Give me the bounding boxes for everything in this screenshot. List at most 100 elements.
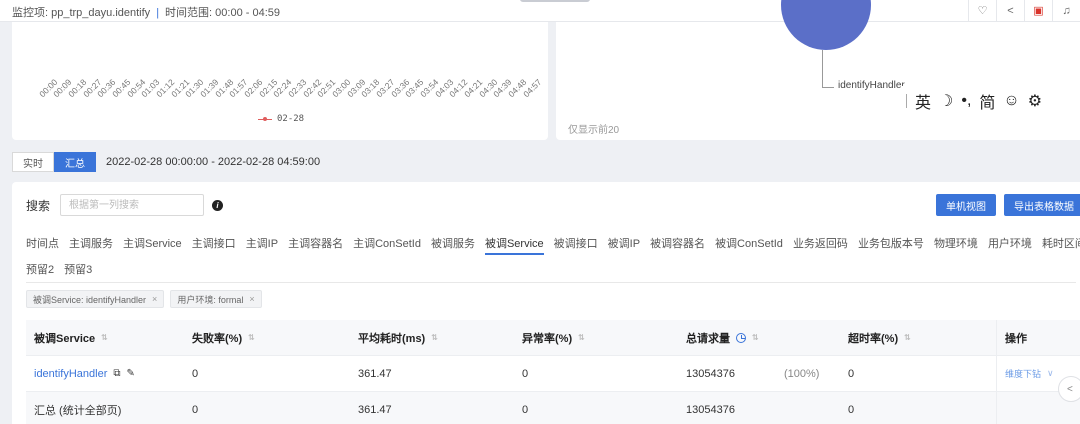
tab-dimension[interactable]: 用户环境	[988, 230, 1032, 256]
tab-dimension[interactable]: 被调服务	[431, 230, 475, 256]
tab-dimension[interactable]: 主调IP	[246, 230, 278, 256]
table-row: identifyHandler ⧉ ✎ 0 361.47 0 13054376 …	[26, 356, 1080, 392]
filter-chip-service[interactable]: 被调Service: identifyHandler ×	[26, 290, 165, 308]
pie-slice-label: identifyHandler	[838, 80, 905, 91]
dimension-tabs-row-1: 时间点 主调服务 主调Service 主调接口 主调IP 主调容器名 主调ConSetId 被…	[26, 230, 1080, 256]
tab-dimension[interactable]: 主调容器名	[288, 230, 343, 256]
tab-dimension[interactable]: 预留3	[64, 256, 92, 282]
legend-label: 02-28	[277, 114, 305, 124]
search-input[interactable]	[60, 194, 205, 216]
x-axis-ticks: 00:00 00:09 00:18 00:27 00:36 00:45 00:54 01:03…	[12, 77, 548, 117]
stats-table: 被调Service ⇅ 失败率(%) ⇅ 平均耗时(ms) ⇅ 异常率(%) ⇅ 总请求…	[26, 320, 1080, 424]
mode-bar: 实时 汇总 2022-02-28 00:00:00 - 2022-02-28 0…	[12, 152, 320, 172]
export-table-button[interactable]: 导出表格数据	[1004, 194, 1080, 216]
pie-chart-card: identifyHandler 仅显示前20	[556, 0, 1080, 140]
close-icon[interactable]: ×	[249, 294, 254, 304]
chart-legend[interactable]: 02-28	[258, 114, 304, 124]
pie-leader-line	[822, 50, 823, 88]
copy-icon[interactable]: ⧉	[113, 368, 120, 379]
tab-dimension[interactable]: 主调服务	[69, 230, 113, 256]
single-view-button[interactable]: 单机视图	[936, 194, 996, 216]
ime-script-toggle[interactable]: 简	[979, 89, 995, 113]
close-icon[interactable]: ×	[152, 294, 157, 304]
pie-slice-identifyhandler[interactable]	[781, 0, 871, 50]
col-header-label: 被调Service	[34, 332, 96, 345]
bookmark-icon[interactable]: ▣	[1024, 0, 1052, 21]
cell-abnormal-rate: 0	[522, 403, 529, 416]
sort-icon[interactable]: ⇅	[904, 333, 911, 342]
total-percent: (100%)	[784, 367, 820, 380]
col-header-service[interactable]: 被调Service ⇅	[26, 320, 184, 355]
cell-service: identifyHandler ⧉ ✎	[26, 356, 184, 391]
tab-dimension[interactable]: 被调容器名	[650, 230, 705, 256]
pie-leader-line-h	[822, 87, 834, 88]
summary-button[interactable]: 汇总	[54, 152, 96, 172]
bell-icon[interactable]: ♫	[1052, 0, 1080, 21]
filter-chip-env[interactable]: 用户环境: formal ×	[170, 290, 262, 308]
tab-handle[interactable]	[520, 0, 590, 2]
time-range-label: 时间范围: 00:00 - 04:59	[165, 7, 280, 19]
info-icon[interactable]: i	[212, 199, 224, 211]
legend-marker-icon	[258, 116, 272, 121]
tab-dimension[interactable]: 业务包版本号	[858, 230, 924, 256]
scroll-next-icon[interactable]: <	[1058, 376, 1080, 402]
drilldown-link[interactable]: 维度下钻	[1005, 367, 1041, 380]
summary-row: 汇总 (统计全部页) 0 361.47 0 13054376 0	[26, 392, 1080, 424]
cell-timeout-rate: 0	[848, 367, 855, 380]
realtime-button[interactable]: 实时	[12, 152, 54, 172]
col-header-label: 异常率(%)	[522, 332, 573, 345]
tab-dimension[interactable]: 耗时区间	[1042, 230, 1080, 256]
col-header-avg-latency[interactable]: 平均耗时(ms) ⇅	[350, 320, 514, 355]
emoji-icon[interactable]: ☺	[1003, 92, 1019, 110]
tab-dimension[interactable]: 预留2	[26, 256, 54, 282]
data-table-card: 搜索 i 单机视图 导出表格数据 时间点主调服务主调Service 主调接口主调I…	[12, 182, 1080, 424]
clock-icon[interactable]	[736, 332, 746, 343]
tab-dimension[interactable]: 业务返回码	[793, 230, 848, 256]
search-label: 搜索	[26, 198, 51, 213]
sort-icon[interactable]: ⇅	[431, 333, 438, 342]
ime-lang-toggle[interactable]: 英	[915, 89, 931, 113]
sort-icon[interactable]: ⇅	[578, 333, 585, 342]
table-header-row: 被调Service ⇅ 失败率(%) ⇅ 平均耗时(ms) ⇅ 异常率(%) ⇅ 总请求…	[26, 320, 1080, 356]
tab-dimension[interactable]: 主调ConSetId	[353, 230, 421, 256]
tab-dimension[interactable]: 时间点	[26, 230, 59, 256]
filter-chip-label: 用户环境: formal	[177, 294, 244, 305]
col-header-timeout-rate[interactable]: 超时率(%) ⇅	[840, 320, 996, 355]
cell-abnormal-rate: 0	[522, 367, 529, 380]
date-range: 2022-02-28 00:00:00 - 2022-02-28 04:59:0…	[106, 156, 321, 168]
heart-icon[interactable]: ♡	[968, 0, 996, 21]
tab-dimension[interactable]: 主调接口	[192, 230, 236, 256]
cell-avg-latency: 361.47	[358, 367, 392, 380]
dimension-tabs-row-2: 预留2 预留3	[26, 256, 1076, 282]
info-separator: |	[156, 7, 160, 19]
col-header-label: 超时率(%)	[848, 332, 899, 345]
sort-icon[interactable]: ⇅	[752, 333, 759, 342]
col-header-total-requests[interactable]: 总请求量 ⇅	[678, 320, 840, 355]
col-header-label: 总请求量	[686, 332, 730, 345]
share-icon[interactable]: <	[996, 0, 1024, 21]
col-header-fail-rate[interactable]: 失败率(%) ⇅	[184, 320, 350, 355]
punctuation-icon[interactable]: •,	[961, 92, 971, 110]
col-header-abnormal-rate[interactable]: 异常率(%) ⇅	[514, 320, 678, 355]
col-header-actions: 操作	[996, 320, 1080, 355]
cell-summary-label: 汇总 (统计全部页)	[34, 404, 122, 417]
cell-total-requests: 13054376 (100%)	[678, 356, 840, 391]
tab-dimension[interactable]: 被调接口	[554, 230, 598, 256]
filter-chip-label: 被调Service: identifyHandler	[33, 294, 147, 305]
chevron-down-icon[interactable]: ∨	[1047, 368, 1054, 379]
service-link[interactable]: identifyHandler	[34, 368, 107, 380]
col-header-label: 失败率(%)	[192, 332, 243, 345]
tab-dimension[interactable]: 被调ConSetId	[715, 230, 783, 256]
top-icons: ♡ < ▣ ♫	[968, 0, 1080, 21]
sort-icon[interactable]: ⇅	[101, 333, 108, 342]
tab-dimension[interactable]: 物理环境	[934, 230, 978, 256]
tab-dimension[interactable]: 被调IP	[608, 230, 640, 256]
tab-dimension[interactable]: 被调Service	[484, 230, 544, 256]
sort-icon[interactable]: ⇅	[248, 333, 255, 342]
gear-icon[interactable]: ⚙	[1028, 91, 1042, 111]
ime-drag-handle[interactable]	[906, 94, 907, 108]
edit-icon[interactable]: ✎	[127, 368, 135, 379]
monitor-info: 监控项: pp_trp_dayu.identify | 时间范围: 00:00 - …	[12, 4, 280, 20]
moon-icon[interactable]: ☽	[939, 91, 953, 111]
tab-dimension[interactable]: 主调Service	[123, 230, 182, 256]
